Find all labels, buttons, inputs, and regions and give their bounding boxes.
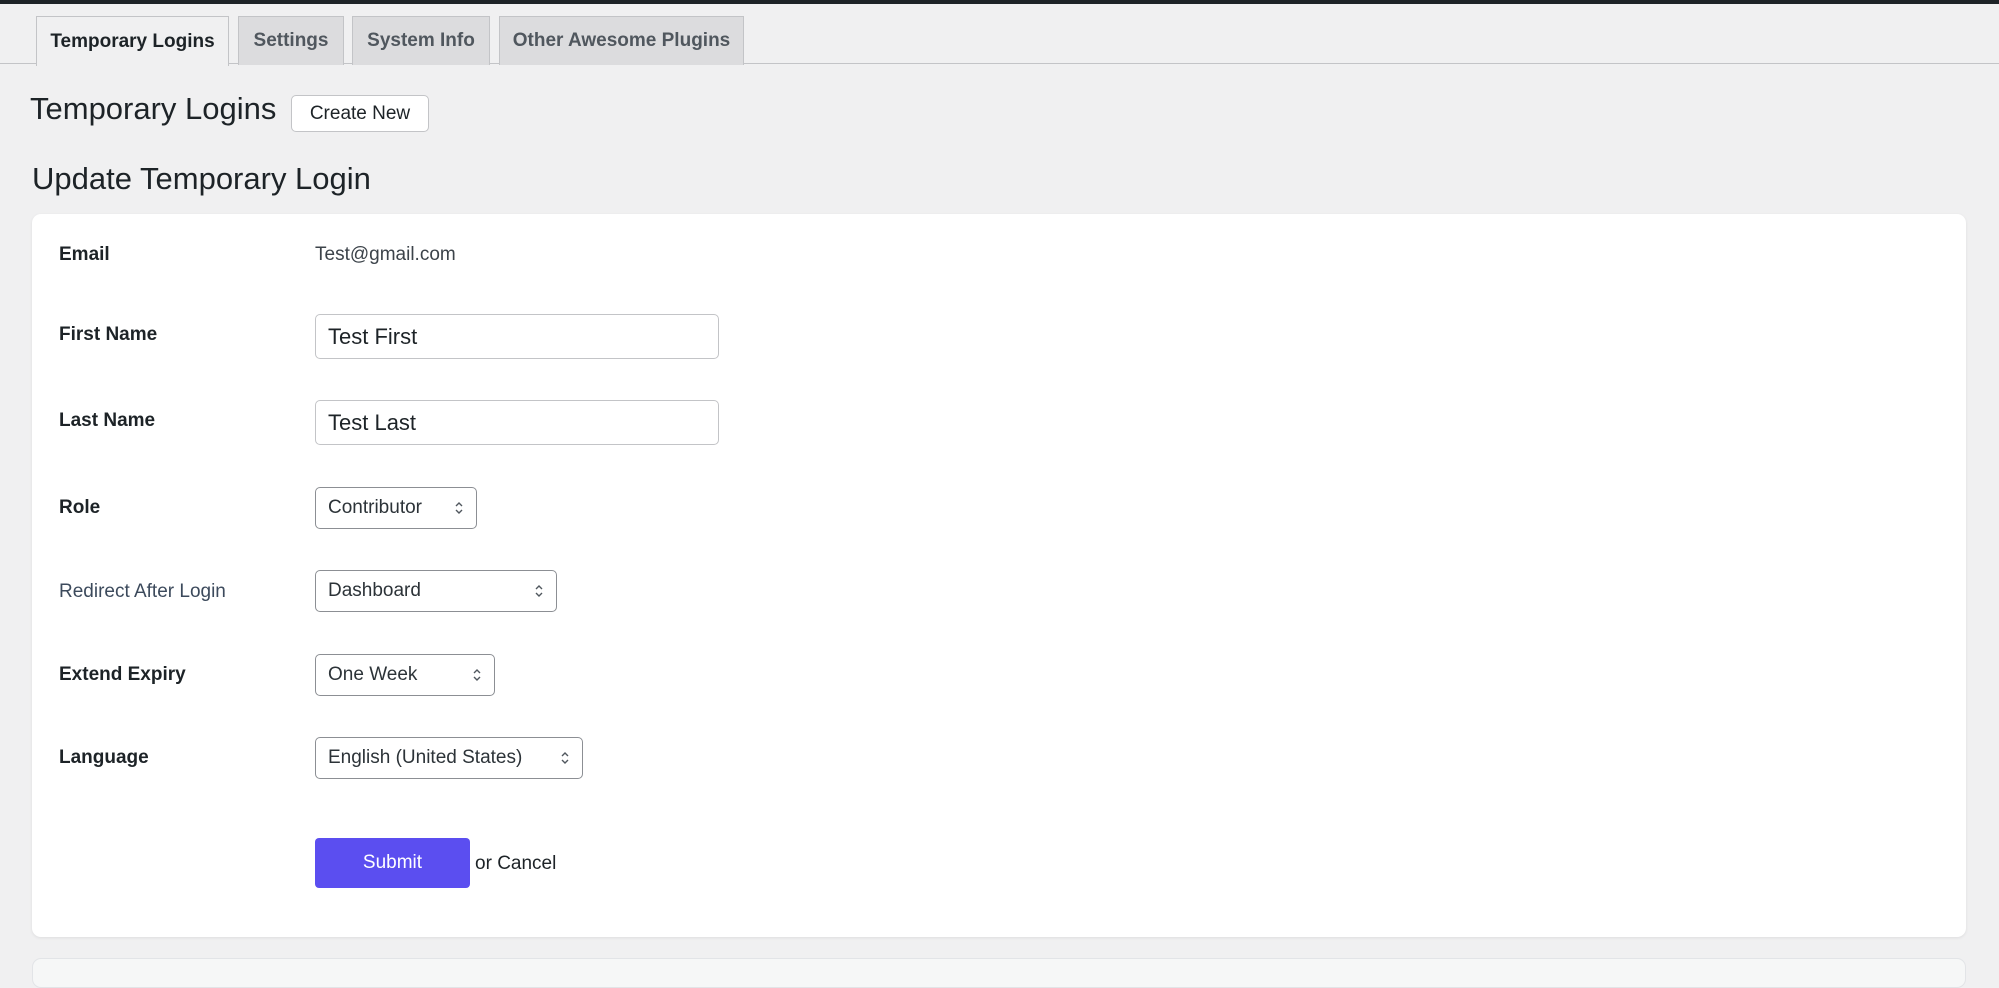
chevron-up-down-icon	[473, 669, 481, 681]
or-text: or	[475, 853, 492, 874]
email-label: Email	[59, 244, 110, 265]
first-name-label: First Name	[59, 324, 158, 345]
cancel-row: or Cancel	[475, 853, 556, 875]
redirect-selected-value: Dashboard	[328, 580, 421, 601]
language-select[interactable]: English (United States)	[315, 737, 583, 779]
tab-bar: Temporary Logins Settings System Info Ot…	[0, 4, 1999, 66]
tab-system-info[interactable]: System Info	[352, 16, 490, 65]
tab-other-awesome-plugins[interactable]: Other Awesome Plugins	[499, 16, 744, 65]
section-title: Update Temporary Login	[32, 161, 371, 196]
tab-temporary-logins[interactable]: Temporary Logins	[36, 16, 229, 66]
chevron-up-down-icon	[561, 752, 569, 764]
submit-button[interactable]: Submit	[315, 838, 470, 888]
last-name-label: Last Name	[59, 410, 156, 431]
expiry-select[interactable]: One Week	[315, 654, 495, 696]
tab-settings[interactable]: Settings	[238, 16, 344, 65]
expiry-label: Extend Expiry	[59, 664, 186, 685]
chevron-up-down-icon	[535, 585, 543, 597]
first-name-field[interactable]	[315, 314, 719, 359]
language-selected-value: English (United States)	[328, 747, 523, 768]
secondary-card	[32, 958, 1966, 988]
role-selected-value: Contributor	[328, 497, 422, 518]
role-label: Role	[59, 497, 101, 518]
page-title: Temporary Logins	[30, 91, 277, 126]
cancel-link[interactable]: Cancel	[497, 853, 556, 874]
language-label: Language	[59, 747, 149, 768]
redirect-select[interactable]: Dashboard	[315, 570, 557, 612]
role-select[interactable]: Contributor	[315, 487, 477, 529]
redirect-label: Redirect After Login	[59, 581, 226, 602]
last-name-field[interactable]	[315, 400, 719, 445]
expiry-selected-value: One Week	[328, 664, 418, 685]
chevron-up-down-icon	[455, 502, 463, 514]
email-value: Test@gmail.com	[315, 244, 456, 265]
create-new-button[interactable]: Create New	[291, 95, 429, 132]
